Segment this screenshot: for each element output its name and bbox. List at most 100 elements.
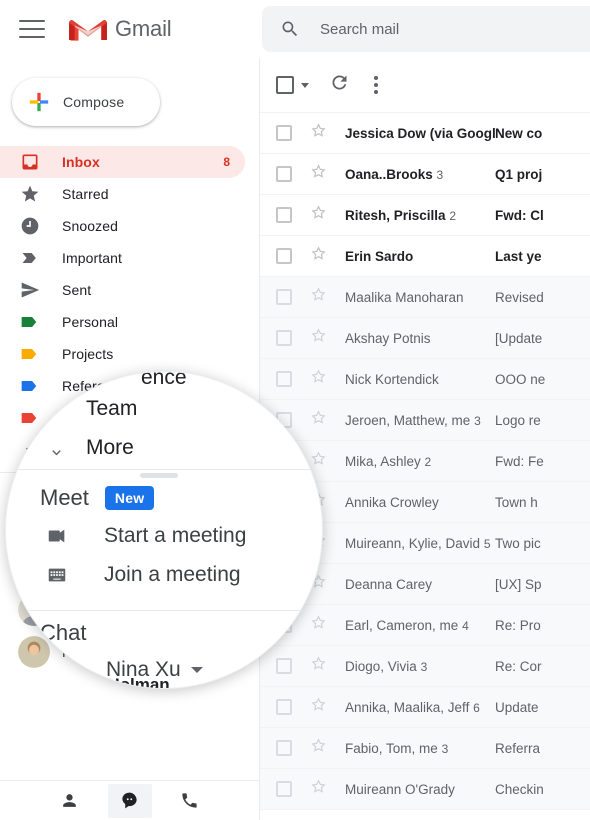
- row-sender: Jessica Dow (via Google.: [345, 126, 495, 141]
- clock-icon: [20, 216, 40, 236]
- row-checkbox[interactable]: [276, 781, 292, 797]
- row-sender: Muireann, Kylie, David 5: [345, 536, 495, 551]
- row-sender: Erin Sardo: [345, 249, 495, 264]
- refresh-icon[interactable]: [329, 72, 350, 98]
- star-icon[interactable]: [310, 737, 327, 759]
- row-sender: Mika, Ashley 2: [345, 454, 495, 469]
- search-bar[interactable]: [262, 6, 590, 52]
- star-icon[interactable]: [310, 778, 327, 800]
- row-subject: Revised: [495, 290, 590, 305]
- more-vertical-icon[interactable]: [374, 76, 378, 94]
- divider: [6, 610, 323, 611]
- inbox-unread-count: 8: [223, 155, 230, 169]
- row-subject: Town h: [495, 495, 590, 510]
- brand: Gmail: [69, 15, 171, 44]
- status-dot: [55, 677, 69, 689]
- table-row[interactable]: Akshay Potnis [Update: [260, 318, 590, 359]
- magnifier-overlay: ence Team More Meet New Star: [5, 371, 323, 689]
- brand-title: Gmail: [115, 16, 171, 42]
- row-checkbox[interactable]: [276, 699, 292, 715]
- row-checkbox[interactable]: [276, 289, 292, 305]
- row-subject: Re: Pro: [495, 618, 590, 633]
- table-row[interactable]: Maalika Manoharan Revised: [260, 277, 590, 318]
- row-subject: Logo re: [495, 413, 590, 428]
- compose-button[interactable]: Compose: [12, 78, 160, 126]
- sidebar-item-label: Sent: [62, 282, 91, 298]
- star-icon[interactable]: [310, 327, 327, 349]
- table-row[interactable]: Jessica Dow (via Google. New co: [260, 113, 590, 154]
- row-checkbox[interactable]: [276, 166, 292, 182]
- sidebar-item-inbox[interactable]: Inbox 8: [0, 146, 245, 178]
- table-row[interactable]: Annika, Maalika, Jeff 6 Update: [260, 687, 590, 728]
- row-subject: OOO ne: [495, 372, 590, 387]
- chat-bottom-nav: [0, 780, 259, 820]
- chat-bubble-icon[interactable]: [108, 784, 152, 818]
- row-sender: Annika Crowley: [345, 495, 495, 510]
- person-icon[interactable]: [48, 784, 92, 818]
- select-all-checkbox[interactable]: [276, 76, 294, 94]
- row-sender: Maalika Manoharan: [345, 290, 495, 305]
- sidebar-item-important[interactable]: Important: [0, 242, 245, 274]
- row-subject: Referra: [495, 741, 590, 756]
- star-icon[interactable]: [310, 163, 327, 185]
- row-checkbox[interactable]: [276, 740, 292, 756]
- label-icon: [20, 312, 40, 332]
- sidebar-item-label: Inbox: [62, 154, 100, 170]
- sidebar-item-label: Snoozed: [62, 218, 118, 234]
- row-subject: Two pic: [495, 536, 590, 551]
- row-sender: Nick Kortendick: [345, 372, 495, 387]
- label-icon: [20, 344, 40, 364]
- join-a-meeting-label: Join a meeting: [104, 563, 241, 587]
- meet-section-header: Meet New: [40, 485, 154, 511]
- chevron-down-icon[interactable]: [48, 444, 65, 461]
- row-sender: Annika, Maalika, Jeff 6: [345, 700, 495, 715]
- star-icon: [20, 184, 40, 204]
- row-sender: Earl, Cameron, me 4: [345, 618, 495, 633]
- hamburger-icon[interactable]: [19, 20, 45, 38]
- row-sender: Deanna Carey: [345, 577, 495, 592]
- row-checkbox[interactable]: [276, 125, 292, 141]
- row-subject: Q1 proj: [495, 167, 590, 182]
- star-icon[interactable]: [310, 122, 327, 144]
- row-checkbox[interactable]: [276, 330, 292, 346]
- star-icon[interactable]: [310, 204, 327, 226]
- row-sender: Diogo, Vivia 3: [345, 659, 495, 674]
- star-icon[interactable]: [310, 245, 327, 267]
- chevron-down-icon[interactable]: [191, 667, 203, 673]
- star-icon[interactable]: [310, 286, 327, 308]
- table-row[interactable]: Ritesh, Priscilla 2 Fwd: Cl: [260, 195, 590, 236]
- start-a-meeting-label: Start a meeting: [104, 524, 246, 548]
- sidebar-item-personal[interactable]: Personal: [0, 306, 245, 338]
- star-icon[interactable]: [310, 696, 327, 718]
- table-row[interactable]: Fabio, Tom, me 3 Referra: [260, 728, 590, 769]
- start-a-meeting-button[interactable]: Start a meeting: [46, 524, 246, 548]
- row-subject: Fwd: Cl: [495, 208, 590, 223]
- plus-icon: [28, 91, 50, 113]
- inbox-icon: [20, 152, 40, 172]
- sidebar-item-starred[interactable]: Starred: [0, 178, 245, 210]
- join-a-meeting-button[interactable]: Join a meeting: [46, 563, 241, 587]
- search-input[interactable]: [320, 21, 570, 38]
- sidebar-item-label: Projects: [62, 346, 113, 362]
- drag-handle[interactable]: [140, 473, 178, 478]
- magnified-contact-name: Tom Holman: [68, 675, 170, 689]
- sidebar-item-snoozed[interactable]: Snoozed: [0, 210, 245, 242]
- table-row[interactable]: Muireann O'Grady Checkin: [260, 769, 590, 810]
- chevron-down-icon[interactable]: [301, 83, 309, 88]
- row-checkbox[interactable]: [276, 248, 292, 264]
- avatar: [26, 649, 68, 689]
- keyboard-icon: [46, 564, 68, 586]
- sidebar-item-projects[interactable]: Projects: [0, 338, 245, 370]
- app-header: Gmail: [0, 0, 590, 58]
- table-row[interactable]: Oana..Brooks 3 Q1 proj: [260, 154, 590, 195]
- sidebar-item-sent[interactable]: Sent: [0, 274, 245, 306]
- magnified-more-label[interactable]: More: [86, 436, 134, 460]
- phone-icon[interactable]: [168, 784, 212, 818]
- magnified-team-label: Team: [86, 397, 137, 421]
- important-icon: [20, 248, 40, 268]
- row-sender: Ritesh, Priscilla 2: [345, 208, 495, 223]
- search-icon: [280, 19, 300, 39]
- table-row[interactable]: Erin Sardo Last ye: [260, 236, 590, 277]
- sidebar-item-label: Starred: [62, 186, 109, 202]
- row-checkbox[interactable]: [276, 207, 292, 223]
